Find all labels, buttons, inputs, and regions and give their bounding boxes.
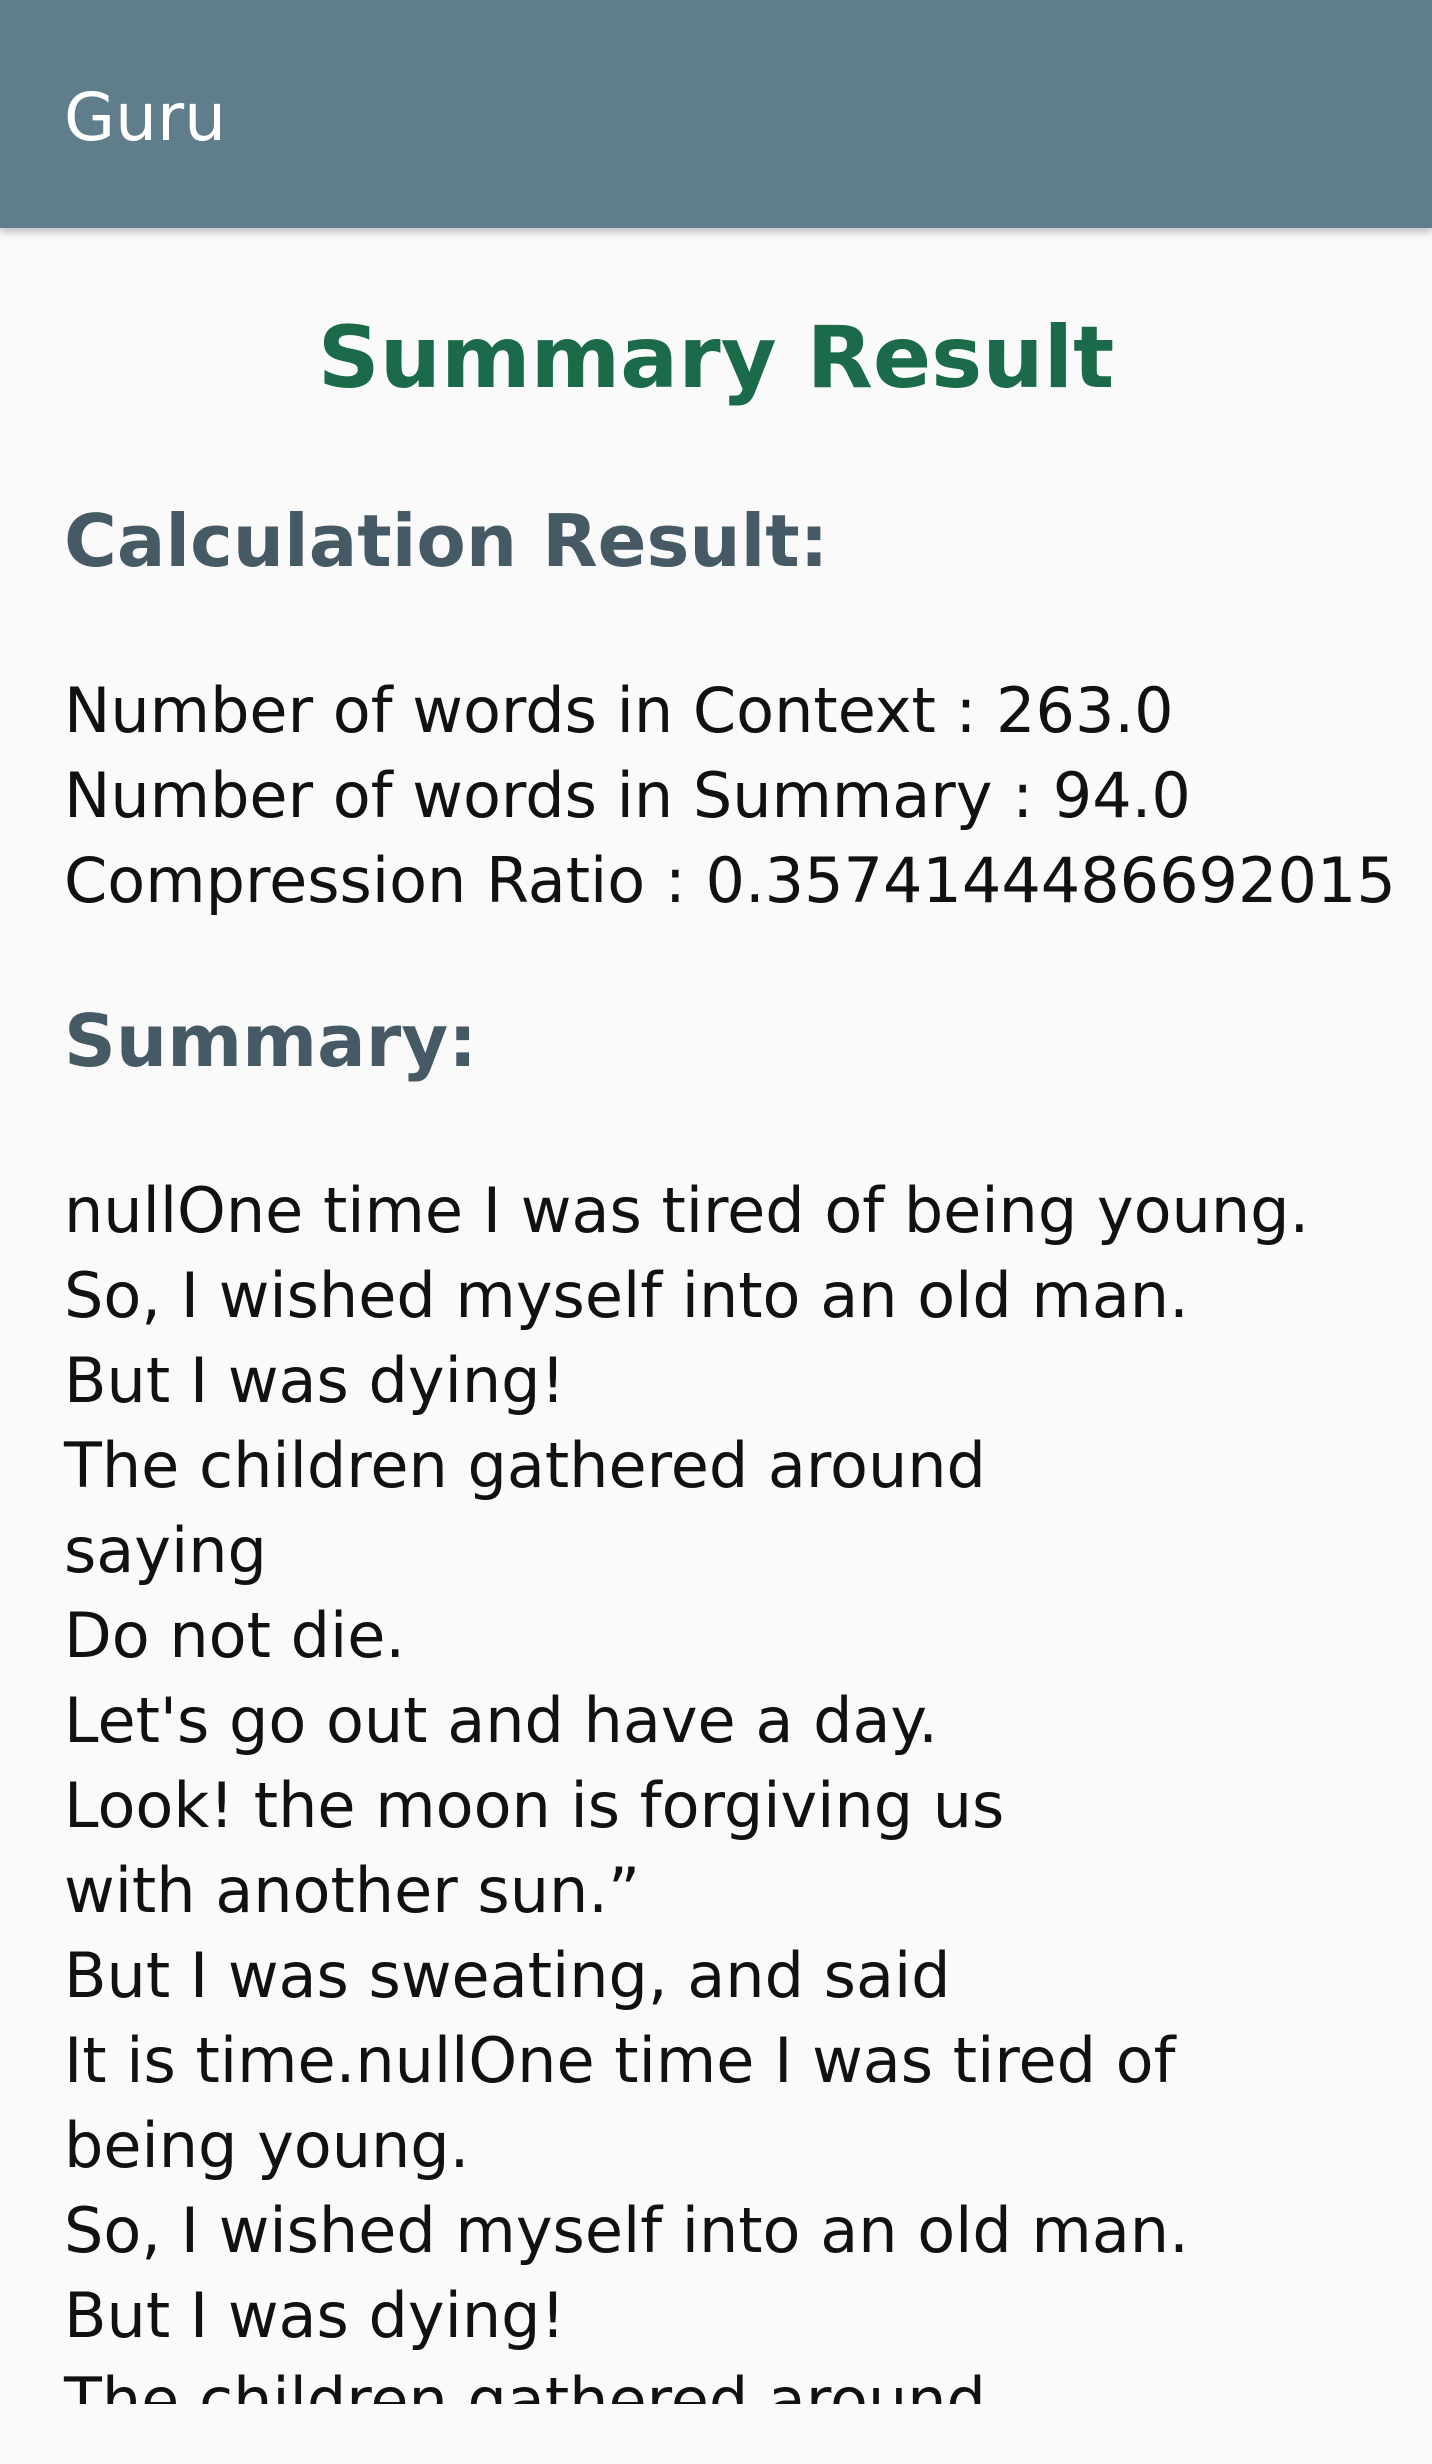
calculation-result-label: Calculation Result: [64, 499, 829, 583]
calculation-result: Number of words in Context : 263.0 Numbe… [64, 668, 1396, 923]
page-title: Summary Result [317, 308, 1115, 408]
app-bar: Guru [0, 0, 1432, 228]
compression-ratio: Compression Ratio : 0.3574144486692015 [64, 844, 1396, 917]
summary-label: Summary: [64, 999, 477, 1083]
context-word-count: Number of words in Context : 263.0 [64, 674, 1174, 747]
summary-word-count: Number of words in Summary : 94.0 [64, 759, 1191, 832]
app-title: Guru [64, 79, 226, 156]
summary-text: nullOne time I was tired of being young.… [64, 1174, 1310, 2404]
summary-content[interactable]: Summary Result Calculation Result: Numbe… [0, 228, 1432, 2404]
